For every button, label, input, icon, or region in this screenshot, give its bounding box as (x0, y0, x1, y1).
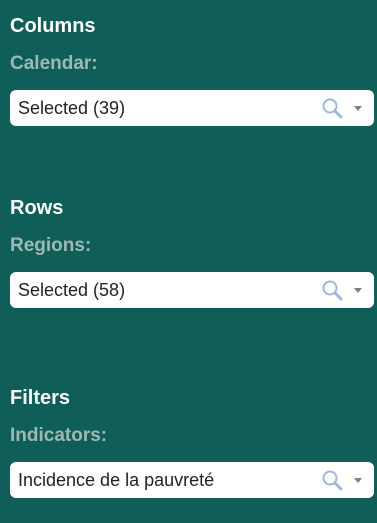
pivot-settings-panel: Columns Calendar: Selected (39) Rows Reg… (0, 0, 377, 523)
chevron-down-icon[interactable] (352, 474, 364, 486)
chevron-down-icon[interactable] (352, 102, 364, 114)
calendar-select-value: Selected (39) (18, 98, 126, 118)
regions-select[interactable]: Selected (58) (10, 272, 374, 308)
filters-section: Filters Indicators: Incidence de la pauv… (10, 386, 374, 498)
rows-heading: Rows (10, 197, 64, 219)
columns-heading: Columns (10, 15, 96, 37)
indicators-label: Indicators: (10, 425, 108, 446)
regions-label: Regions: (10, 235, 92, 256)
indicators-select[interactable]: Incidence de la pauvreté (10, 462, 374, 498)
chevron-down-icon[interactable] (352, 284, 364, 296)
indicators-select-value: Incidence de la pauvreté (18, 470, 215, 490)
calendar-label: Calendar: (10, 53, 98, 74)
search-icon[interactable] (320, 96, 344, 120)
search-icon[interactable] (320, 278, 344, 302)
filters-heading: Filters (10, 387, 71, 409)
calendar-select[interactable]: Selected (39) (10, 90, 374, 126)
search-icon[interactable] (320, 468, 344, 492)
columns-section: Columns Calendar: Selected (39) (10, 14, 374, 126)
regions-select-value: Selected (58) (18, 280, 126, 300)
rows-section: Rows Regions: Selected (58) (10, 196, 374, 308)
